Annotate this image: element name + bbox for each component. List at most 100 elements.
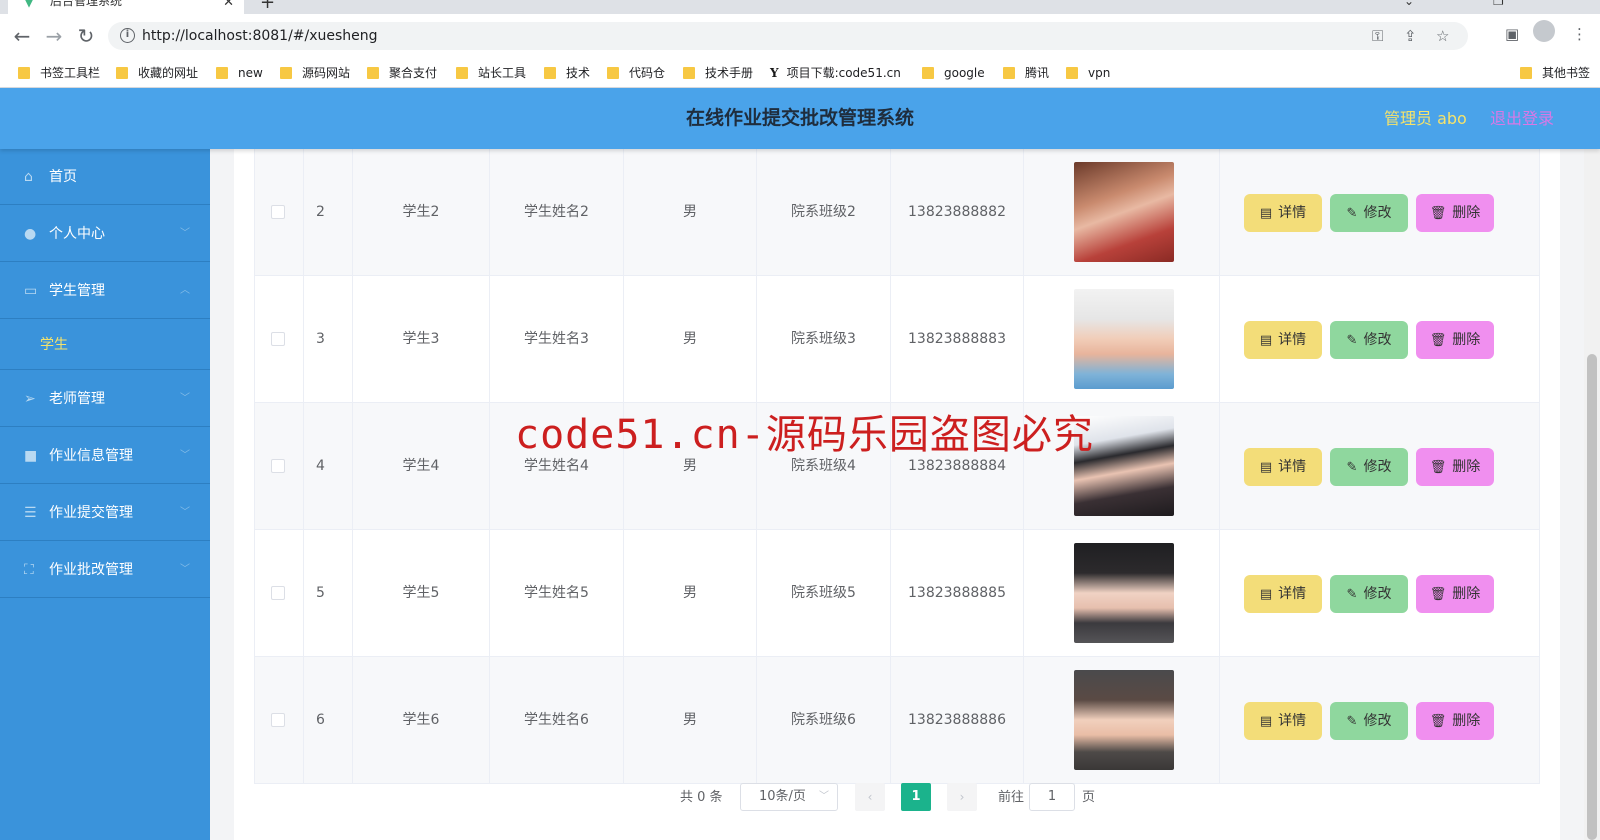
student-photo[interactable] (1074, 670, 1174, 770)
sidebar-item-home[interactable]: ⌂ 首页 (0, 149, 210, 205)
detail-button[interactable]: ▤ 详情 (1244, 702, 1322, 740)
folder-icon (456, 67, 468, 79)
folder-icon (922, 67, 934, 79)
sidebar-item-homework-info[interactable]: ■ 作业信息管理 ﹀ (0, 428, 210, 484)
detail-button[interactable]: ▤ 详情 (1244, 575, 1322, 613)
star-icon[interactable]: ☆ (1436, 26, 1449, 46)
reload-button[interactable]: ↻ (72, 22, 100, 50)
new-tab-button[interactable]: + (260, 0, 275, 12)
row-checkbox[interactable] (271, 205, 285, 219)
photo-cell (1024, 530, 1220, 657)
bookmark-item[interactable]: google (922, 58, 985, 88)
sidebar-item-homework-grade[interactable]: ⛶ 作业批改管理 ﹀ (0, 542, 210, 598)
sidebar-item-label: 首页 (49, 169, 77, 185)
edit-button[interactable]: ✎ 修改 (1330, 194, 1408, 232)
delete-button[interactable]: 🗑 删除 (1416, 448, 1494, 486)
photo-cell (1024, 276, 1220, 403)
site-info-icon[interactable]: i (120, 28, 135, 43)
share-icon[interactable]: ⇪ (1404, 26, 1417, 46)
account-cell: 学生2 (353, 149, 490, 276)
page-suffix: 页 (1082, 790, 1096, 805)
logout-link[interactable]: 退出登录 (1490, 88, 1554, 149)
delete-button[interactable]: 🗑 删除 (1416, 702, 1494, 740)
sidebar-item-teachers[interactable]: ➢ 老师管理 ﹀ (0, 371, 210, 427)
sidebar-item-label: 作业信息管理 (49, 448, 133, 464)
scrollbar-thumb[interactable] (1587, 354, 1597, 840)
key-icon[interactable]: ⚿ (1372, 26, 1383, 46)
class-cell: 院系班级2 (757, 149, 891, 276)
prev-page-button[interactable]: ‹ (855, 783, 885, 811)
document-icon: ▤ (1259, 460, 1273, 475)
tab-search-icon[interactable]: ⌄ (1404, 0, 1414, 8)
detail-button[interactable]: ▤ 详情 (1244, 321, 1322, 359)
restore-window-icon[interactable]: ❐ (1493, 0, 1504, 8)
url-text[interactable]: http://localhost:8081/#/xuesheng (142, 22, 378, 50)
main-content: 2 学生2 学生姓名2 男 院系班级2 13823888882 ▤ 详情 ✎ 修改 … (210, 149, 1584, 840)
folder-icon (280, 67, 292, 79)
bookmark-item[interactable]: new (216, 58, 263, 88)
delete-button[interactable]: 🗑 删除 (1416, 321, 1494, 359)
student-photo[interactable] (1074, 162, 1174, 262)
document-icon: ▤ (1259, 333, 1273, 348)
edit-button[interactable]: ✎ 修改 (1330, 448, 1408, 486)
edit-button[interactable]: ✎ 修改 (1330, 575, 1408, 613)
bookmark-item[interactable]: 站长工具 (456, 58, 526, 88)
row-checkbox[interactable] (271, 332, 285, 346)
trash-icon: 🗑 (1429, 206, 1447, 221)
side-panel-icon[interactable]: ▣ (1505, 20, 1519, 48)
vertical-scrollbar[interactable] (1584, 149, 1600, 840)
bookmark-item[interactable]: 技术 (544, 58, 590, 88)
index-cell: 6 (304, 657, 353, 784)
forward-button[interactable]: → (40, 22, 68, 50)
actions-cell: ▤ 详情 ✎ 修改 🗑 删除 (1220, 149, 1540, 276)
browser-tab[interactable]: ▼ 后台管理系统 ✕ (8, 0, 244, 14)
student-photo[interactable] (1074, 289, 1174, 389)
page-size-select[interactable]: 10条/页 ﹀ (740, 783, 838, 811)
student-photo[interactable] (1074, 543, 1174, 643)
bookmark-item[interactable]: 收藏的网址 (116, 58, 198, 88)
bookmark-item[interactable]: 代码仓 (607, 58, 665, 88)
bookmark-item[interactable]: Y 项目下载:code51.cn (770, 58, 901, 88)
next-page-button[interactable]: › (947, 783, 977, 811)
goto-page-input[interactable]: 1 (1029, 783, 1075, 811)
table-row: 6 学生6 学生姓名6 男 院系班级6 13823888886 ▤ 详情 ✎ 修改 … (255, 657, 1539, 784)
fullscreen-icon: ⛶ (24, 562, 34, 578)
bookmark-item[interactable]: 源码网站 (280, 58, 350, 88)
folder-icon (683, 67, 695, 79)
phone-cell: 13823888885 (891, 530, 1024, 657)
bookmark-item[interactable]: 腾讯 (1003, 58, 1049, 88)
bookmark-item[interactable]: 书签工具栏 (18, 58, 100, 88)
delete-button[interactable]: 🗑 删除 (1416, 194, 1494, 232)
detail-button[interactable]: ▤ 详情 (1244, 448, 1322, 486)
close-tab-icon[interactable]: ✕ (223, 0, 234, 10)
table-row: 5 学生5 学生姓名5 男 院系班级5 13823888885 ▤ 详情 ✎ 修改 … (255, 530, 1539, 657)
chevron-down-icon: ﹀ (819, 791, 829, 802)
bookmark-item[interactable]: vpn (1066, 58, 1110, 88)
pencil-icon: ✎ (1346, 587, 1358, 602)
page-number-current[interactable]: 1 (901, 783, 931, 811)
row-checkbox[interactable] (271, 586, 285, 600)
bookmark-item[interactable]: 技术手册 (683, 58, 753, 88)
delete-button[interactable]: 🗑 删除 (1416, 575, 1494, 613)
detail-button[interactable]: ▤ 详情 (1244, 194, 1322, 232)
chevron-down-icon: ﹀ (180, 564, 190, 575)
other-bookmarks[interactable]: 其他书签 (1520, 58, 1590, 88)
table-row: 3 学生3 学生姓名3 男 院系班级3 13823888883 ▤ 详情 ✎ 修改 … (255, 276, 1539, 403)
row-checkbox[interactable] (271, 713, 285, 727)
account-cell: 学生5 (353, 530, 490, 657)
back-button[interactable]: ← (8, 22, 36, 50)
sidebar-item-homework-submit[interactable]: ☰ 作业提交管理 ﹀ (0, 485, 210, 541)
trash-icon: 🗑 (1429, 460, 1447, 475)
menu-icon[interactable]: ⋮ (1572, 20, 1587, 48)
profile-avatar[interactable] (1533, 20, 1555, 42)
sidebar-item-students[interactable]: ▭ 学生管理 ︿ (0, 263, 210, 319)
sidebar-subitem-student[interactable]: 学生 (0, 320, 210, 370)
edit-button[interactable]: ✎ 修改 (1330, 702, 1408, 740)
name-cell: 学生姓名3 (490, 276, 624, 403)
bookmark-item[interactable]: 聚合支付 (367, 58, 437, 88)
address-bar[interactable]: i http://localhost:8081/#/xuesheng ⚿ ⇪ ☆ (108, 22, 1468, 50)
row-checkbox[interactable] (271, 459, 285, 473)
pencil-icon: ✎ (1346, 333, 1358, 348)
edit-button[interactable]: ✎ 修改 (1330, 321, 1408, 359)
sidebar-item-profile[interactable]: ● 个人中心 ﹀ (0, 206, 210, 262)
